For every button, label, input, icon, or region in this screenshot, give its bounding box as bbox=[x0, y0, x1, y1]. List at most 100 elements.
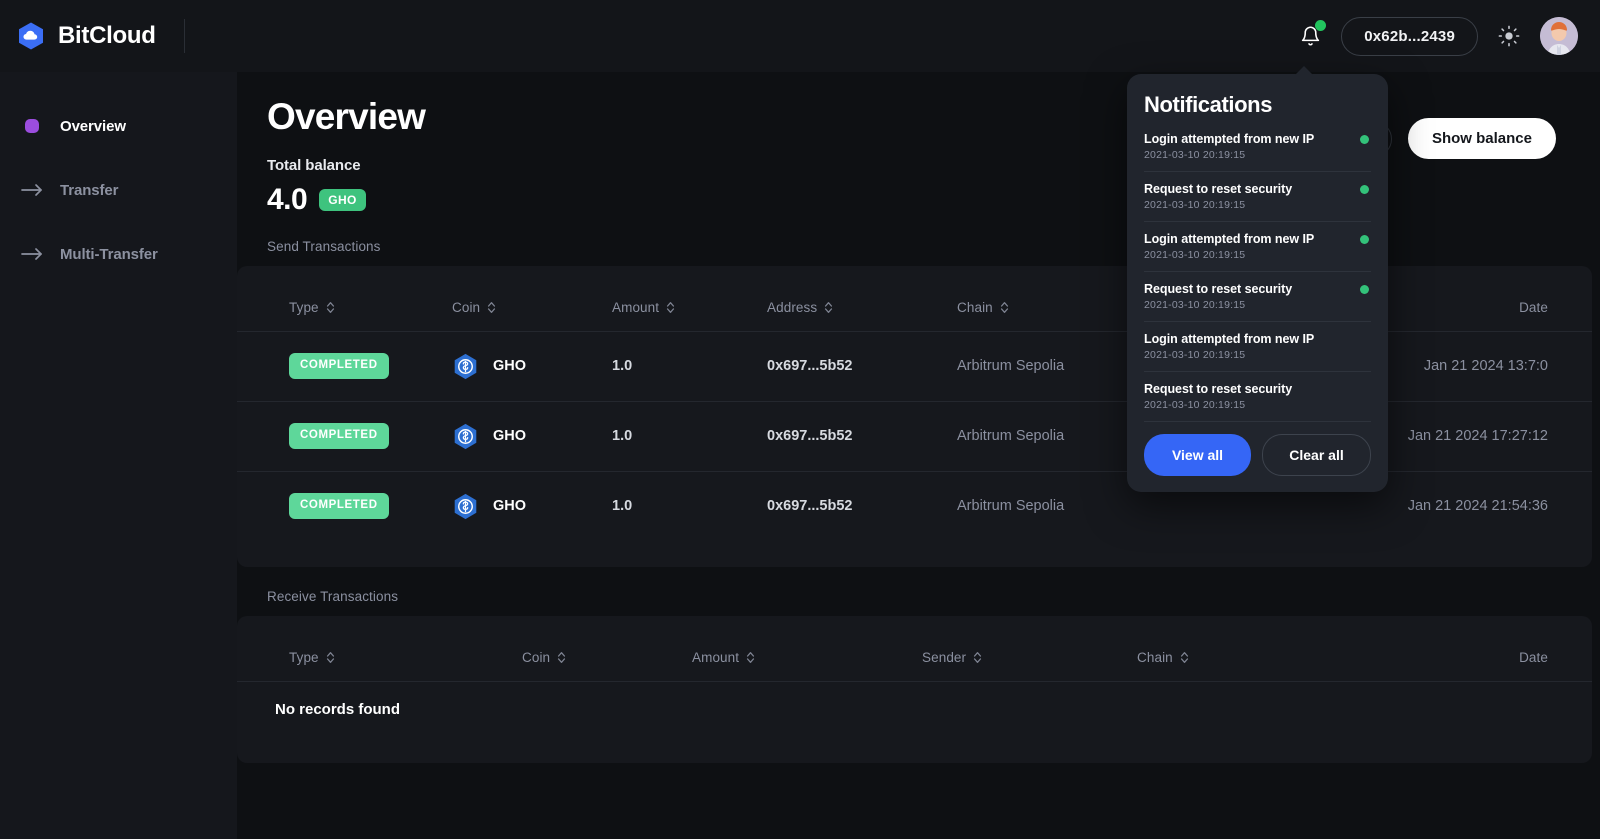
notification-unread-dot bbox=[1360, 135, 1369, 144]
avatar[interactable] bbox=[1540, 17, 1578, 55]
notification-time: 2021-03-10 20:19:15 bbox=[1144, 299, 1246, 311]
notification-unread-dot bbox=[1315, 20, 1327, 31]
column-label: Amount bbox=[612, 299, 660, 315]
column-header-date[interactable]: Date bbox=[1397, 616, 1592, 682]
clear-all-button[interactable]: Clear all bbox=[1262, 434, 1371, 476]
notification-item[interactable]: Request to reset security 2021-03-10 20:… bbox=[1144, 282, 1371, 322]
cell-amount: 1.0 bbox=[612, 498, 633, 515]
notification-item[interactable]: Login attempted from new IP 2021-03-10 2… bbox=[1144, 232, 1371, 272]
notification-message: Login attempted from new IP bbox=[1144, 132, 1315, 146]
column-label: Date bbox=[1519, 649, 1548, 665]
column-label: Chain bbox=[957, 299, 993, 315]
user-avatar-icon bbox=[1540, 17, 1578, 55]
table-header-row: Type Coin Amount Address Chain Date bbox=[237, 266, 1592, 332]
sidebar-item-overview[interactable]: Overview bbox=[0, 104, 237, 148]
notification-time: 2021-03-10 20:19:15 bbox=[1144, 399, 1246, 411]
column-header-amount[interactable]: Amount bbox=[692, 616, 922, 682]
column-label: Amount bbox=[692, 649, 740, 665]
notification-time: 2021-03-10 20:19:15 bbox=[1144, 349, 1246, 361]
column-header-sender[interactable]: Sender bbox=[922, 616, 1137, 682]
balance-coin-badge: GHO bbox=[319, 188, 366, 211]
notification-message: Request to reset security bbox=[1144, 182, 1293, 196]
cell-amount: 1.0 bbox=[612, 358, 633, 375]
sort-icon bbox=[1180, 651, 1189, 664]
coin-name: GHO bbox=[493, 428, 527, 445]
column-label: Chain bbox=[1137, 649, 1173, 665]
top-bar: BitCloud 0x62b...2439 bbox=[0, 0, 1600, 72]
cell-address: 0x697...5b52 bbox=[767, 358, 853, 375]
sidebar-item-multi-transfer[interactable]: Multi-Transfer bbox=[0, 232, 237, 276]
empty-state-row: No records found bbox=[237, 681, 1592, 737]
topbar-actions: 0x62b...2439 bbox=[1297, 16, 1600, 56]
show-balance-button[interactable]: Show balance bbox=[1407, 118, 1556, 159]
status-badge: COMPLETED bbox=[289, 423, 389, 449]
cell-type: COMPLETED bbox=[237, 401, 452, 471]
cell-coin: GHO bbox=[452, 401, 612, 471]
view-all-button[interactable]: View all bbox=[1144, 434, 1251, 476]
gho-coin-icon bbox=[452, 423, 479, 450]
notification-unread-dot bbox=[1360, 285, 1369, 294]
receive-transactions-table: Type Coin Amount Sender Chain Date No re… bbox=[237, 616, 1592, 737]
table-row[interactable]: COMPLETED GHO 1.0 0x697...5b52 Arbitrum … bbox=[237, 401, 1592, 471]
sort-icon bbox=[824, 301, 833, 314]
cell-amount: 1.0 bbox=[612, 428, 633, 445]
notification-item[interactable]: Login attempted from new IP 2021-03-10 2… bbox=[1144, 332, 1371, 372]
theme-toggle-button[interactable] bbox=[1496, 23, 1522, 49]
sort-icon bbox=[487, 301, 496, 314]
total-balance-value: 4.0 bbox=[267, 182, 308, 216]
column-label: Type bbox=[289, 299, 319, 315]
cloud-hexagon-icon bbox=[16, 21, 46, 51]
notifications-actions: View all Clear all bbox=[1144, 434, 1371, 476]
notification-item[interactable]: Request to reset security 2021-03-10 20:… bbox=[1144, 382, 1371, 422]
status-badge: COMPLETED bbox=[289, 493, 389, 519]
cell-coin: GHO bbox=[452, 471, 612, 541]
notification-item[interactable]: Request to reset security 2021-03-10 20:… bbox=[1144, 182, 1371, 222]
notifications-bell-button[interactable] bbox=[1297, 20, 1327, 51]
page-header: Overview Total balance 4.0 GHO Show bala… bbox=[237, 72, 1600, 217]
column-header-type[interactable]: Type bbox=[237, 616, 522, 682]
status-badge: COMPLETED bbox=[289, 353, 389, 379]
cell-type: COMPLETED bbox=[237, 331, 452, 401]
notification-unread-dot bbox=[1360, 185, 1369, 194]
notification-time: 2021-03-10 20:19:15 bbox=[1144, 249, 1246, 261]
column-header-coin[interactable]: Coin bbox=[522, 616, 692, 682]
send-transactions-table: Type Coin Amount Address Chain Date COMP… bbox=[237, 266, 1592, 541]
table-row[interactable]: COMPLETED GHO 1.0 0x697...5b52 Arbitrum … bbox=[237, 471, 1592, 541]
column-label: Sender bbox=[922, 649, 967, 665]
total-balance-label: Total balance bbox=[267, 156, 361, 174]
column-header-type[interactable]: Type bbox=[237, 266, 452, 332]
cell-address: 0x697...5b52 bbox=[767, 428, 853, 445]
sidebar-item-label: Multi-Transfer bbox=[60, 245, 158, 263]
arrow-right-icon bbox=[20, 242, 44, 266]
sidebar-item-label: Transfer bbox=[60, 181, 119, 199]
page-title: Overview bbox=[267, 96, 426, 137]
column-label: Address bbox=[767, 299, 818, 315]
receive-transactions-card: Type Coin Amount Sender Chain Date No re… bbox=[237, 615, 1592, 763]
receive-transactions-title: Receive Transactions bbox=[267, 588, 399, 604]
coin-name: GHO bbox=[493, 498, 527, 515]
panel-caret bbox=[1295, 66, 1313, 75]
sort-icon bbox=[557, 651, 566, 664]
column-label: Date bbox=[1519, 299, 1548, 315]
column-label: Coin bbox=[452, 299, 481, 315]
account-address-pill[interactable]: 0x62b...2439 bbox=[1341, 16, 1478, 56]
brand-name: BitCloud bbox=[58, 22, 156, 49]
sort-icon bbox=[326, 301, 335, 314]
notification-message: Login attempted from new IP bbox=[1144, 332, 1315, 346]
column-label: Coin bbox=[522, 649, 551, 665]
send-transactions-title: Send Transactions bbox=[267, 238, 381, 254]
column-header-chain[interactable]: Chain bbox=[1137, 616, 1397, 682]
coin-name: GHO bbox=[493, 358, 527, 375]
brand-logo[interactable]: BitCloud bbox=[0, 21, 170, 51]
table-row[interactable]: COMPLETED GHO 1.0 0x697...5b52 Arbitrum … bbox=[237, 331, 1592, 401]
main-content: Overview Total balance 4.0 GHO Show bala… bbox=[237, 72, 1600, 839]
notification-message: Request to reset security bbox=[1144, 382, 1293, 396]
notification-item[interactable]: Login attempted from new IP 2021-03-10 2… bbox=[1144, 132, 1371, 172]
square-dot-icon bbox=[20, 114, 44, 138]
column-header-amount[interactable]: Amount bbox=[612, 266, 767, 332]
sort-icon bbox=[746, 651, 755, 664]
column-header-address[interactable]: Address bbox=[767, 266, 957, 332]
sort-icon bbox=[973, 651, 982, 664]
sidebar-item-transfer[interactable]: Transfer bbox=[0, 168, 237, 212]
column-header-coin[interactable]: Coin bbox=[452, 266, 612, 332]
